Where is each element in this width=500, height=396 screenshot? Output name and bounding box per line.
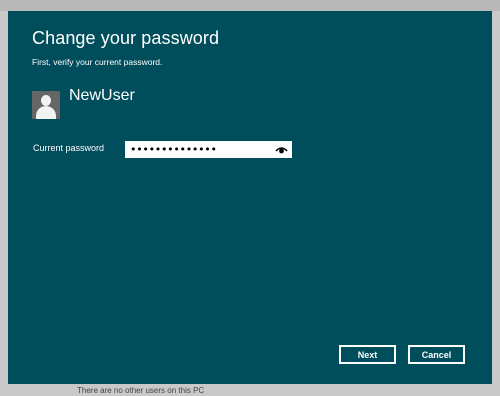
reveal-password-eye-icon[interactable] — [275, 144, 288, 155]
user-avatar-icon — [32, 91, 60, 119]
current-password-field[interactable]: •••••••••••••• — [125, 141, 292, 158]
dialog-title: Change your password — [32, 28, 220, 48]
username: NewUser — [69, 87, 135, 104]
current-password-value: •••••••••••••• — [130, 143, 217, 156]
next-button[interactable]: Next — [339, 345, 396, 364]
background-top-strip — [0, 0, 500, 11]
background-status-text: There are no other users on this PC — [77, 386, 205, 395]
dialog-subtitle: First, verify your current password. — [32, 57, 163, 67]
cancel-button[interactable]: Cancel — [408, 345, 465, 364]
change-password-dialog: Change your password First, verify your … — [8, 11, 492, 384]
current-password-label: Current password — [33, 143, 105, 153]
